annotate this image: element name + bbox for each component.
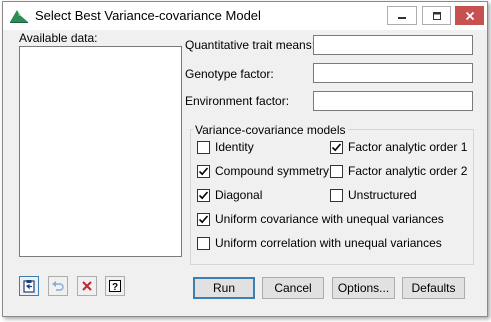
undo-icon — [52, 281, 64, 291]
uniform-covariance-label: Uniform covariance with unequal variance… — [215, 212, 444, 226]
diagonal-checkbox[interactable] — [197, 188, 210, 202]
title-bar[interactable]: Select Best Variance-covariance Model — [3, 2, 487, 30]
available-data-list[interactable] — [19, 46, 182, 257]
trait-means-label: Quantitative trait means: — [185, 38, 316, 52]
option-uniform-correlation[interactable]: Uniform correlation with unequal varianc… — [197, 235, 442, 251]
clear-button[interactable] — [77, 276, 97, 296]
environment-factor-field[interactable] — [313, 91, 473, 111]
factor-analytic-2-checkbox[interactable] — [330, 164, 343, 178]
options-button[interactable]: Options... — [332, 277, 395, 299]
uniform-correlation-label: Uniform correlation with unequal varianc… — [215, 236, 442, 250]
help-button[interactable]: ? — [105, 276, 125, 296]
close-icon — [465, 11, 474, 20]
checkmark-icon — [198, 166, 209, 175]
available-data-label: Available data: — [19, 31, 98, 45]
factor-analytic-1-label: Factor analytic order 1 — [348, 140, 468, 154]
checkmark-icon — [198, 190, 209, 199]
diagonal-label: Diagonal — [215, 188, 263, 202]
maximize-button[interactable] — [422, 6, 451, 25]
compound-symmetry-label: Compound symmetry — [215, 164, 330, 178]
clipboard-button[interactable] — [19, 276, 39, 296]
uniform-correlation-checkbox[interactable] — [197, 236, 210, 250]
option-identity[interactable]: Identity — [197, 139, 254, 155]
identity-label: Identity — [215, 140, 254, 154]
undo-button[interactable] — [48, 276, 68, 296]
window-title: Select Best Variance-covariance Model — [35, 8, 261, 23]
app-logo-icon — [10, 10, 28, 23]
option-unstructured[interactable]: Unstructured — [330, 187, 417, 203]
option-uniform-covariance[interactable]: Uniform covariance with unequal variance… — [197, 211, 444, 227]
checkmark-icon — [198, 214, 209, 223]
unstructured-checkbox[interactable] — [330, 188, 343, 202]
factor-analytic-1-checkbox[interactable] — [330, 140, 343, 154]
defaults-button[interactable]: Defaults — [402, 277, 465, 299]
compound-symmetry-checkbox[interactable] — [197, 164, 210, 178]
models-group-title: Variance-covariance models — [193, 123, 348, 137]
minimize-icon — [398, 16, 406, 19]
svg-text:?: ? — [112, 282, 118, 293]
checkmark-icon — [331, 142, 342, 151]
unstructured-label: Unstructured — [348, 188, 417, 202]
clipboard-icon — [23, 280, 35, 293]
run-button[interactable]: Run — [193, 277, 255, 299]
option-factor-analytic-1[interactable]: Factor analytic order 1 — [330, 139, 467, 155]
uniform-covariance-checkbox[interactable] — [197, 212, 210, 226]
option-factor-analytic-2[interactable]: Factor analytic order 2 — [330, 163, 467, 179]
minimize-button[interactable] — [387, 6, 417, 25]
maximize-icon — [432, 11, 441, 20]
dialog-window: Select Best Variance-covariance Model Av… — [2, 1, 488, 317]
factor-analytic-2-label: Factor analytic order 2 — [348, 164, 468, 178]
genotype-factor-field[interactable] — [313, 63, 473, 83]
genotype-factor-label: Genotype factor: — [185, 67, 274, 81]
option-compound-symmetry[interactable]: Compound symmetry — [197, 163, 329, 179]
trait-means-field[interactable] — [313, 35, 473, 55]
cancel-button[interactable]: Cancel — [262, 277, 324, 299]
clear-icon — [82, 281, 92, 291]
close-button[interactable] — [455, 6, 484, 25]
help-icon: ? — [109, 280, 121, 293]
environment-factor-label: Environment factor: — [185, 94, 290, 108]
option-diagonal[interactable]: Diagonal — [197, 187, 262, 203]
identity-checkbox[interactable] — [197, 140, 210, 154]
